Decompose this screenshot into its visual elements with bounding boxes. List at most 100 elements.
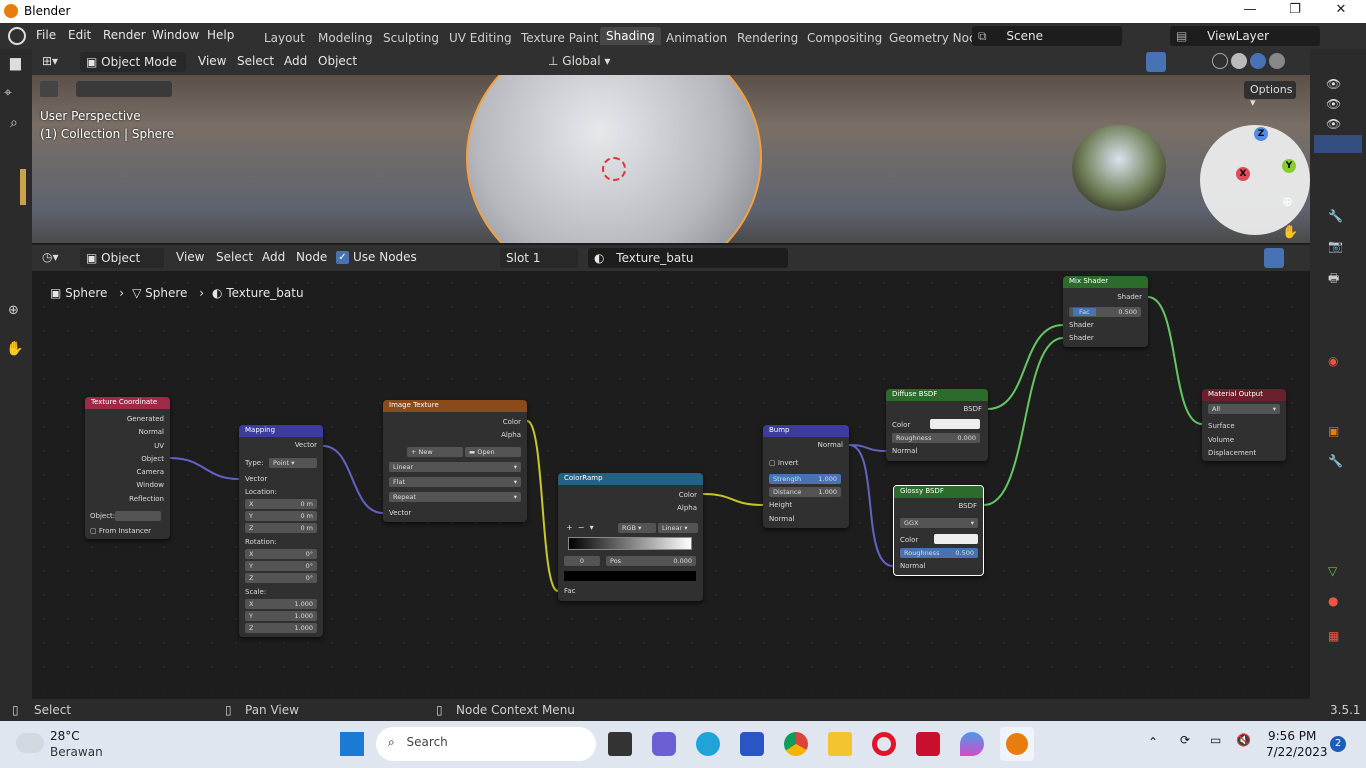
tab-geometry-nodes[interactable]: Geometry Noc [889, 31, 976, 45]
distribution-dropdown[interactable]: GGX ▾ [900, 518, 978, 528]
color-swatch[interactable] [934, 534, 978, 544]
select-mode-icons[interactable] [76, 81, 172, 97]
node-header[interactable]: Material Output [1202, 389, 1286, 401]
menu-help[interactable]: Help [207, 28, 234, 42]
navigation-gizmo[interactable]: Z Y X [1200, 125, 1310, 235]
volume-icon[interactable]: 🔇 [1236, 733, 1251, 747]
gizmo-toggle-icon[interactable] [1146, 52, 1166, 72]
node-menu-add[interactable]: Add [262, 250, 285, 264]
stop-index-field[interactable]: 0 [564, 556, 600, 566]
strength-field[interactable]: Strength 1.000 [769, 474, 841, 484]
node-header[interactable]: ColorRamp [558, 473, 703, 485]
node-header[interactable]: Mix Shader [1063, 276, 1148, 288]
blender-taskbar-button[interactable] [1000, 727, 1034, 761]
menu-edit[interactable]: Edit [68, 28, 91, 42]
invert-checkbox[interactable]: ▢ Invert [769, 459, 798, 467]
position-field[interactable]: Pos 0.000 [606, 556, 696, 566]
color-mode-dropdown[interactable]: RGB ▾ [618, 523, 656, 533]
from-instancer-checkbox[interactable]: ▢ From Instancer [90, 527, 151, 535]
chrome-icon[interactable] [784, 732, 808, 756]
ramp-add-remove-icons[interactable]: + − ▾ [566, 523, 594, 532]
tab-compositing[interactable]: Compositing [807, 31, 882, 45]
target-dropdown[interactable]: All ▾ [1208, 404, 1280, 414]
node-header[interactable]: Glossy BSDF [894, 486, 983, 498]
roughness-field[interactable]: Roughness 0.500 [900, 548, 978, 558]
projection-dropdown[interactable]: Flat ▾ [389, 477, 521, 487]
maximize-icon[interactable]: ❐ [1285, 2, 1305, 20]
scale-y[interactable]: Y 1.000 [245, 611, 317, 621]
slot-selector[interactable]: Slot 1 [500, 248, 578, 268]
open-image-button[interactable]: ▬ Open [465, 447, 521, 457]
node-material-output[interactable]: Material Output All ▾ Surface Volume Disp… [1202, 389, 1286, 461]
minimize-icon[interactable]: — [1240, 2, 1260, 20]
interpolation-dropdown[interactable]: Linear ▾ [389, 462, 521, 472]
overlay-toggle-icon[interactable] [1264, 248, 1284, 268]
tab-modeling[interactable]: Modeling [318, 31, 373, 45]
location-y[interactable]: Y0 m [245, 511, 317, 521]
clock-date[interactable]: 7/22/2023 [1266, 745, 1328, 759]
zoom-icon[interactable]: ⊕ [1282, 195, 1293, 210]
tab-rendering[interactable]: Rendering [737, 31, 798, 45]
tab-shading[interactable]: Shading [600, 27, 661, 45]
view-layer-selector[interactable]: ▤ ViewLayer [1170, 26, 1320, 46]
outliner-selected-row[interactable] [1314, 135, 1362, 153]
color-ramp-gradient[interactable] [568, 537, 692, 550]
blender-menu-icon[interactable] [8, 27, 26, 45]
x-axis-icon[interactable]: X [1236, 167, 1250, 181]
hand-icon[interactable]: ✋ [6, 341, 23, 357]
world-properties-icon[interactable]: ◉ [1328, 354, 1338, 368]
rotation-z[interactable]: Z 0° [245, 573, 317, 583]
add-node-icon[interactable]: ⊕ [8, 303, 19, 318]
node-diffuse-bsdf[interactable]: Diffuse BSDF BSDF Color Roughness 0.000 N… [886, 389, 988, 461]
viewport-menu-add[interactable]: Add [284, 54, 307, 68]
file-explorer-icon[interactable] [828, 732, 852, 756]
node-header[interactable]: Texture Coordinate [85, 397, 170, 409]
paint-app-icon[interactable] [960, 732, 984, 756]
scale-x[interactable]: X 1.000 [245, 599, 317, 609]
node-colorramp[interactable]: ColorRamp Color Alpha + − ▾ RGB ▾ Linear… [558, 473, 703, 601]
new-image-button[interactable]: + New [407, 447, 463, 457]
visibility-eye-icon[interactable]: 👁 [1326, 117, 1341, 131]
object-picker[interactable] [115, 511, 161, 521]
search-box[interactable]: ⌕ Search [376, 727, 596, 761]
node-image-texture[interactable]: Image Texture Color Alpha + New ▬ Open L… [383, 400, 527, 522]
type-dropdown[interactable]: Point ▾ [269, 458, 317, 468]
select-tool-icon[interactable] [40, 81, 58, 97]
search-icon[interactable]: ⌕ [10, 115, 18, 131]
start-icon[interactable] [340, 732, 364, 756]
editor-type-icon[interactable]: ⊞▾ [42, 54, 58, 68]
weather-temp[interactable]: 28°C [50, 729, 80, 743]
menu-file[interactable]: File [36, 28, 56, 42]
material-shading-icon[interactable] [1250, 53, 1266, 69]
node-menu-select[interactable]: Select [216, 250, 253, 264]
scene-selector[interactable]: ⧉ Scene [972, 26, 1122, 46]
edge-icon[interactable] [696, 732, 720, 756]
viewport-menu-view[interactable]: View [198, 54, 226, 68]
z-axis-icon[interactable]: Z [1254, 127, 1268, 141]
cursor-tool-icon[interactable]: ⌖ [4, 85, 12, 101]
rotation-y[interactable]: Y 0° [245, 561, 317, 571]
visibility-eye-icon[interactable]: 👁 [1326, 97, 1341, 111]
roughness-field[interactable]: Roughness 0.000 [892, 433, 980, 443]
node-mapping[interactable]: Mapping Vector Type: Point ▾ Vector Loca… [239, 425, 323, 637]
tab-layout[interactable]: Layout [264, 31, 305, 45]
close-icon[interactable]: ✕ [1331, 2, 1351, 20]
3d-viewport[interactable]: User Perspective (1) Collection | Sphere… [32, 75, 1310, 243]
fac-field[interactable]: Fac 0.500 [1069, 307, 1141, 317]
rotation-x[interactable]: X 0° [245, 549, 317, 559]
node-menu-node[interactable]: Node [296, 250, 327, 264]
tab-sculpting[interactable]: Sculpting [383, 31, 439, 45]
rendered-shading-icon[interactable] [1269, 53, 1285, 69]
node-bump[interactable]: Bump Normal ▢ Invert Strength 1.000 Dista… [763, 425, 849, 528]
pan-hand-icon[interactable]: ✋ [1282, 225, 1298, 240]
mode-selector[interactable]: ▣ Object Mode [80, 52, 186, 72]
chevron-up-icon[interactable]: ⌃ [1148, 735, 1158, 749]
distance-field[interactable]: Distance 1.000 [769, 487, 841, 497]
viewport-menu-select[interactable]: Select [237, 54, 274, 68]
node-header[interactable]: Image Texture [383, 400, 527, 412]
location-x[interactable]: X0 m [245, 499, 317, 509]
tab-uv-editing[interactable]: UV Editing [449, 31, 512, 45]
extension-dropdown[interactable]: Repeat ▾ [389, 492, 521, 502]
render-properties-icon[interactable]: 📷 [1328, 239, 1343, 253]
teams-icon[interactable] [652, 732, 676, 756]
